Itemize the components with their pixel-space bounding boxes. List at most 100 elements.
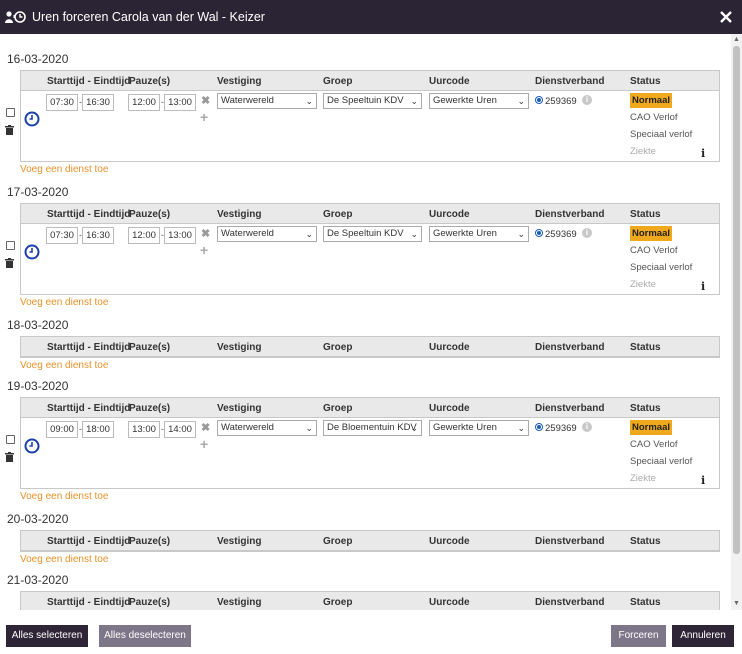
force-button[interactable]: Forceren xyxy=(611,625,666,647)
add-pause-icon[interactable]: + xyxy=(200,436,208,452)
column-header-groep: Groep xyxy=(323,597,353,608)
uurcode-select[interactable]: Gewerkte Uren ⌄ xyxy=(429,226,529,242)
column-header-groep: Groep xyxy=(323,76,353,87)
status-option[interactable]: Normaal xyxy=(630,93,673,108)
dienstverband-radio[interactable] xyxy=(535,423,543,431)
start-time-input[interactable]: 07:30 xyxy=(46,94,78,111)
status-option[interactable]: Ziekte xyxy=(630,146,656,157)
column-header-vestiging: Vestiging xyxy=(217,209,262,220)
status-option[interactable]: Speciaal verlof xyxy=(630,262,692,273)
column-header-dienstverband: Dienstverband xyxy=(535,403,605,414)
column-header-status: Status xyxy=(630,209,661,220)
cancel-button[interactable]: Annuleren xyxy=(672,625,734,647)
scroll-down-icon[interactable]: ▼ xyxy=(732,600,741,608)
vertical-scrollbar[interactable]: ▲ ▼ xyxy=(731,34,742,610)
pause-start-input[interactable]: 12:00 xyxy=(128,94,160,111)
status-option[interactable]: Normaal xyxy=(630,420,673,435)
uurcode-select[interactable]: Gewerkte Uren ⌄ xyxy=(429,420,529,436)
clock-icon[interactable] xyxy=(24,111,40,127)
day-date: 16-03-2020 xyxy=(7,52,69,66)
info-circle-icon[interactable]: i xyxy=(582,228,592,238)
trash-icon[interactable] xyxy=(5,122,15,135)
column-header-status: Status xyxy=(630,76,661,87)
add-shift-link[interactable]: Voeg een dienst toe xyxy=(20,360,108,371)
start-time-input[interactable]: 07:30 xyxy=(46,227,78,244)
pause-start-input[interactable]: 13:00 xyxy=(128,421,160,438)
shift-checkbox[interactable] xyxy=(6,435,15,444)
scroll-up-icon[interactable]: ▲ xyxy=(732,36,741,44)
status-option[interactable]: Speciaal verlof xyxy=(630,456,692,467)
remove-pause-icon[interactable]: ✖ xyxy=(201,421,210,434)
pause-end-input[interactable]: 13:00 xyxy=(164,227,196,244)
status-option[interactable]: CAO Verlof xyxy=(630,439,678,450)
groep-select[interactable]: De Bloementuin KDV ⌄ xyxy=(323,420,422,436)
dienstverband-radio[interactable] xyxy=(535,229,543,237)
remove-pause-icon[interactable]: ✖ xyxy=(201,94,210,107)
pause-start-input[interactable]: 12:00 xyxy=(128,227,160,244)
dialog-title: Uren forceren Carola van der Wal - Keize… xyxy=(32,10,265,24)
day-date: 21-03-2020 xyxy=(7,573,69,587)
status-option[interactable]: Normaal xyxy=(630,226,673,241)
vestiging-select[interactable]: Waterwereld ⌄ xyxy=(217,93,317,109)
column-header-dienstverband: Dienstverband xyxy=(535,597,605,608)
dialog-content[interactable]: 16-03-2020 Starttijd - Eindtijd Pauze(s) Ve… xyxy=(0,34,731,610)
chevron-down-icon: ⌄ xyxy=(517,96,525,106)
column-header-starttijd: Starttijd - Eindtijd xyxy=(47,76,131,87)
select-all-button[interactable]: Alles selecteren xyxy=(6,625,88,647)
vestiging-select-value: Waterwereld xyxy=(221,228,274,239)
info-icon[interactable]: i xyxy=(701,147,705,160)
status-option[interactable]: Ziekte xyxy=(630,473,656,484)
add-shift-link[interactable]: Voeg een dienst toe xyxy=(20,297,108,308)
info-icon[interactable]: i xyxy=(701,280,705,293)
groep-select-value: De Speeltuin KDV xyxy=(327,95,404,106)
vestiging-select[interactable]: Waterwereld ⌄ xyxy=(217,226,317,242)
trash-icon[interactable] xyxy=(5,255,15,268)
status-option[interactable]: Speciaal verlof xyxy=(630,129,692,140)
uurcode-select[interactable]: Gewerkte Uren ⌄ xyxy=(429,93,529,109)
column-header-vestiging: Vestiging xyxy=(217,597,262,608)
end-time-input[interactable]: 18:00 xyxy=(82,421,114,438)
column-header-status: Status xyxy=(630,342,661,353)
add-pause-icon[interactable]: + xyxy=(200,242,208,258)
status-option[interactable]: Ziekte xyxy=(630,279,656,290)
close-icon[interactable] xyxy=(716,7,736,27)
pause-end-input[interactable]: 13:00 xyxy=(164,94,196,111)
user-clock-icon xyxy=(4,7,28,27)
vestiging-select-value: Waterwereld xyxy=(221,422,274,433)
dienstverband-radio[interactable] xyxy=(535,96,543,104)
status-option[interactable]: CAO Verlof xyxy=(630,245,678,256)
end-time-input[interactable]: 16:30 xyxy=(82,227,114,244)
column-header-starttijd: Starttijd - Eindtijd xyxy=(47,403,131,414)
add-shift-link[interactable]: Voeg een dienst toe xyxy=(20,164,108,175)
clock-icon[interactable] xyxy=(24,244,40,260)
clock-icon[interactable] xyxy=(24,438,40,454)
shift-checkbox[interactable] xyxy=(6,241,15,250)
uurcode-select-value: Gewerkte Uren xyxy=(433,228,497,239)
trash-icon[interactable] xyxy=(5,449,15,462)
column-header-groep: Groep xyxy=(323,403,353,414)
column-header-groep: Groep xyxy=(323,536,353,547)
info-icon[interactable]: i xyxy=(701,474,705,487)
shift-checkbox[interactable] xyxy=(6,108,15,117)
pause-end-input[interactable]: 14:00 xyxy=(164,421,196,438)
scrollbar-thumb[interactable] xyxy=(733,46,740,554)
status-option[interactable]: CAO Verlof xyxy=(630,112,678,123)
groep-select[interactable]: De Speeltuin KDV ⌄ xyxy=(323,226,422,242)
chevron-down-icon: ⌄ xyxy=(410,423,418,433)
end-time-input[interactable]: 16:30 xyxy=(82,94,114,111)
add-pause-icon[interactable]: + xyxy=(200,109,208,125)
add-shift-link[interactable]: Voeg een dienst toe xyxy=(20,554,108,565)
column-header-pauze: Pauze(s) xyxy=(129,342,171,353)
column-header-vestiging: Vestiging xyxy=(217,342,262,353)
deselect-all-button[interactable]: Alles deselecteren xyxy=(99,625,191,647)
info-circle-icon[interactable]: i xyxy=(582,95,592,105)
remove-pause-icon[interactable]: ✖ xyxy=(201,227,210,240)
column-header-dienstverband: Dienstverband xyxy=(535,209,605,220)
vestiging-select[interactable]: Waterwereld ⌄ xyxy=(217,420,317,436)
chevron-down-icon: ⌄ xyxy=(517,229,525,239)
groep-select[interactable]: De Speeltuin KDV ⌄ xyxy=(323,93,422,109)
info-circle-icon[interactable]: i xyxy=(582,422,592,432)
day-date: 19-03-2020 xyxy=(7,379,69,393)
add-shift-link[interactable]: Voeg een dienst toe xyxy=(20,491,108,502)
start-time-input[interactable]: 09:00 xyxy=(46,421,78,438)
